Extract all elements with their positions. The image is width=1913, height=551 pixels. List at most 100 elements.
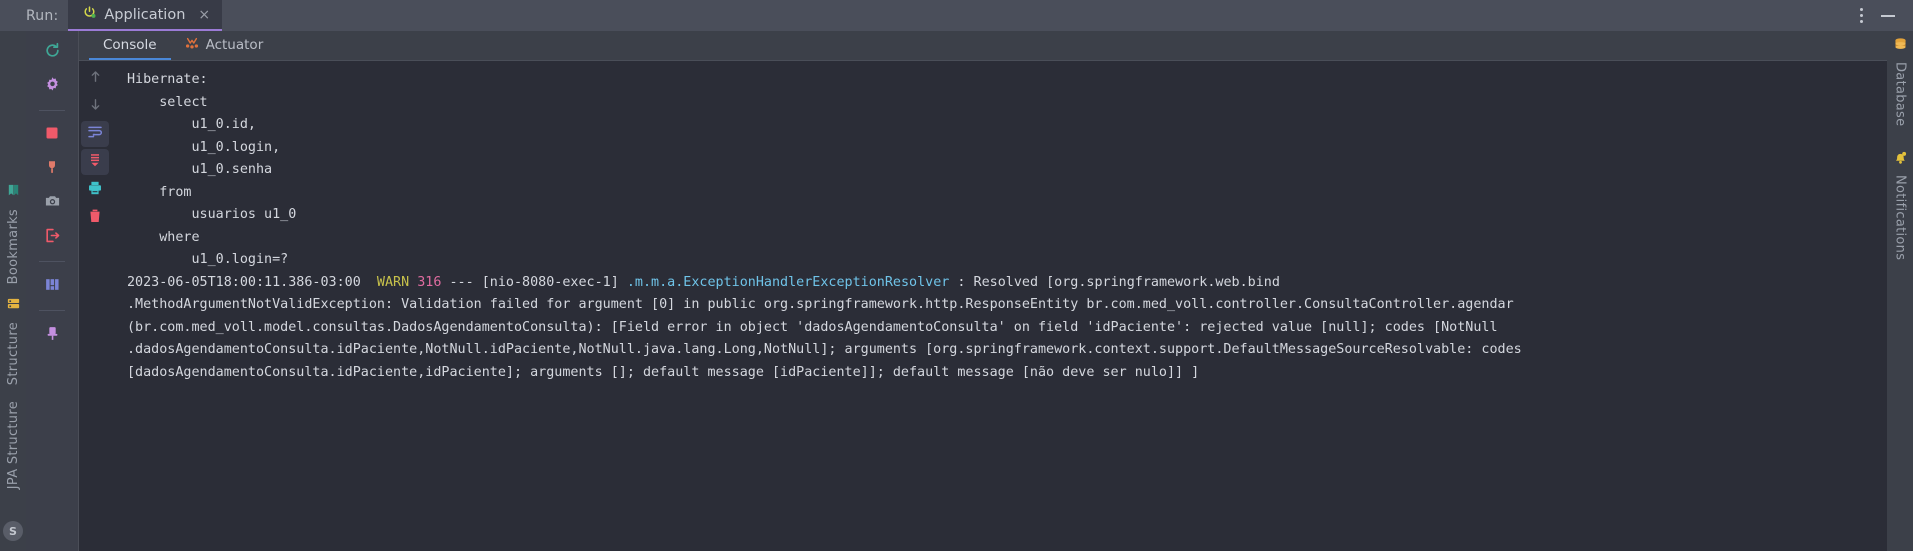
console-line: 2023-06-05T18:00:11.386-03:00 WARN 316 -… bbox=[127, 272, 1875, 295]
console-line: u1_0.senha bbox=[127, 159, 1875, 182]
console-segment-plain: select bbox=[127, 94, 216, 110]
console-line: where bbox=[127, 227, 1875, 250]
console-line: .MethodArgumentNotValidException: Valida… bbox=[127, 294, 1875, 317]
header-actions bbox=[1851, 0, 1913, 31]
run-window-body: Bookmarks Structure JPA Structure S Cons… bbox=[0, 31, 1913, 551]
notifications-bell-icon bbox=[1893, 150, 1908, 169]
tab-actuator[interactable]: Actuator bbox=[171, 31, 278, 60]
console-body: Hibernate: select u1_0.id, u1_0.login, u… bbox=[79, 61, 1887, 551]
attach-debugger-icon bbox=[44, 159, 60, 179]
console-line: select bbox=[127, 92, 1875, 115]
scroll-up-icon bbox=[88, 69, 103, 88]
attach-debugger-button[interactable] bbox=[35, 154, 69, 184]
sidebar-item-label: JPA Structure bbox=[5, 401, 21, 490]
console-segment-plain: u1_0.login=? bbox=[127, 252, 289, 267]
console-segment-plain: where bbox=[127, 229, 208, 245]
print-icon bbox=[87, 180, 103, 200]
capture-snapshot-button[interactable] bbox=[35, 188, 69, 218]
run-tab-application[interactable]: Application × bbox=[68, 0, 223, 31]
right-tool-stripe: Database Notifications bbox=[1887, 31, 1913, 551]
rerun-button[interactable] bbox=[35, 37, 69, 67]
console-tab-strip: Console Actuator bbox=[79, 31, 1887, 61]
sidebar-item-spring[interactable]: S bbox=[0, 521, 26, 541]
soft-wrap-button[interactable] bbox=[81, 121, 109, 147]
scroll-up-button[interactable] bbox=[81, 65, 109, 91]
console-segment-plain: (br.com.med_voll.model.consultas.DadosAg… bbox=[127, 319, 1498, 335]
console-segment-plain: usuarios u1_0 bbox=[127, 207, 305, 222]
sidebar-item-jpa-structure[interactable]: JPA Structure bbox=[0, 401, 26, 489]
console-scrollbar[interactable] bbox=[1875, 61, 1887, 551]
database-icon bbox=[1893, 37, 1908, 56]
structure-icon bbox=[6, 296, 21, 315]
sidebar-item-notifications[interactable]: Notifications bbox=[1892, 150, 1908, 261]
console-line: (br.com.med_voll.model.consultas.DadosAg… bbox=[127, 317, 1875, 340]
close-icon[interactable]: × bbox=[198, 8, 210, 22]
toolbar-divider bbox=[39, 261, 65, 262]
console-line: [dadosAgendamentoConsulta.idPaciente,idP… bbox=[127, 362, 1875, 385]
tab-actuator-label: Actuator bbox=[205, 36, 264, 53]
clear-all-button[interactable] bbox=[81, 205, 109, 231]
console-segment-plain: [dadosAgendamentoConsulta.idPaciente,idP… bbox=[127, 364, 1200, 380]
print-button[interactable] bbox=[81, 177, 109, 203]
sidebar-item-label: Notifications bbox=[1892, 175, 1908, 261]
console-line: u1_0.id, bbox=[127, 114, 1875, 137]
run-header-bar: Run: Application × bbox=[0, 0, 1913, 31]
console-segment-plain: Hibernate: bbox=[127, 72, 216, 87]
pin-icon bbox=[44, 325, 61, 346]
console-segment-plain: u1_0.login, bbox=[127, 139, 281, 155]
console-output[interactable]: Hibernate: select u1_0.id, u1_0.login, u… bbox=[117, 61, 1875, 551]
console-line: u1_0.login, bbox=[127, 137, 1875, 160]
sidebar-item-structure[interactable]: Structure bbox=[0, 296, 26, 385]
camera-snapshot-icon bbox=[44, 193, 61, 214]
layout-settings-button[interactable] bbox=[35, 271, 69, 301]
spring-icon: S bbox=[3, 521, 23, 541]
console-pane: Console Actuator Hibernate: select u1_0.… bbox=[79, 31, 1887, 551]
sidebar-item-database[interactable]: Database bbox=[1893, 37, 1908, 126]
console-segment-num: 316 bbox=[417, 274, 442, 290]
more-vertical-icon[interactable] bbox=[1851, 6, 1871, 26]
console-toolbar bbox=[79, 61, 111, 551]
settings-gear-icon bbox=[44, 76, 61, 97]
console-segment-plain: : Resolved [org.springframework.web.bind bbox=[949, 274, 1280, 290]
left-tool-stripe: Bookmarks Structure JPA Structure S bbox=[0, 31, 26, 551]
settings-button[interactable] bbox=[35, 71, 69, 101]
console-segment-plain: 2023-06-05T18:00:11.386-03:00 bbox=[127, 274, 369, 290]
sidebar-item-label: Structure bbox=[5, 322, 21, 386]
ide-run-window: Run: Application × Bookmarks Structure J… bbox=[0, 0, 1913, 551]
scroll-to-end-icon bbox=[87, 152, 103, 172]
console-segment-plain: .dadosAgendamentoConsulta.idPaciente,Not… bbox=[127, 342, 1522, 357]
console-line: .dadosAgendamentoConsulta.idPaciente,Not… bbox=[127, 339, 1875, 362]
minimize-icon[interactable] bbox=[1875, 6, 1901, 26]
console-segment-plain: u1_0.senha bbox=[127, 162, 281, 177]
console-segment-plain: u1_0.id, bbox=[127, 117, 256, 132]
sidebar-item-bookmarks[interactable]: Bookmarks bbox=[0, 183, 26, 284]
tab-console[interactable]: Console bbox=[89, 31, 171, 60]
scroll-to-end-button[interactable] bbox=[81, 149, 109, 175]
layout-icon bbox=[44, 276, 61, 297]
console-line: from bbox=[127, 182, 1875, 205]
run-tab-label: Application bbox=[104, 6, 186, 23]
soft-wrap-icon bbox=[87, 124, 103, 144]
exit-icon bbox=[44, 227, 61, 248]
console-line: u1_0.login=? bbox=[127, 249, 1875, 272]
scroll-down-icon bbox=[88, 97, 103, 116]
power-run-icon bbox=[82, 5, 97, 24]
rerun-icon bbox=[44, 42, 61, 63]
console-segment-plain: .MethodArgumentNotValidException: Valida… bbox=[127, 297, 1514, 312]
console-segment-warn: WARN bbox=[368, 274, 410, 290]
exit-button[interactable] bbox=[35, 222, 69, 252]
actuator-icon bbox=[185, 36, 199, 54]
scroll-down-button[interactable] bbox=[81, 93, 109, 119]
run-toolbar bbox=[26, 31, 79, 551]
toolbar-divider bbox=[39, 310, 65, 311]
stop-icon bbox=[44, 125, 60, 145]
console-segment-plain: --- [nio-8080-exec-1] bbox=[441, 274, 627, 290]
bookmarks-icon bbox=[6, 183, 21, 202]
pin-tab-button[interactable] bbox=[35, 320, 69, 350]
console-segment-plain: from bbox=[127, 184, 200, 200]
sidebar-item-label: Database bbox=[1892, 62, 1908, 127]
console-segment-logger: .m.m.a.ExceptionHandlerExceptionResolver bbox=[626, 274, 950, 290]
console-line: Hibernate: bbox=[127, 69, 1875, 92]
sidebar-item-label: Bookmarks bbox=[5, 209, 21, 285]
stop-button[interactable] bbox=[35, 120, 69, 150]
